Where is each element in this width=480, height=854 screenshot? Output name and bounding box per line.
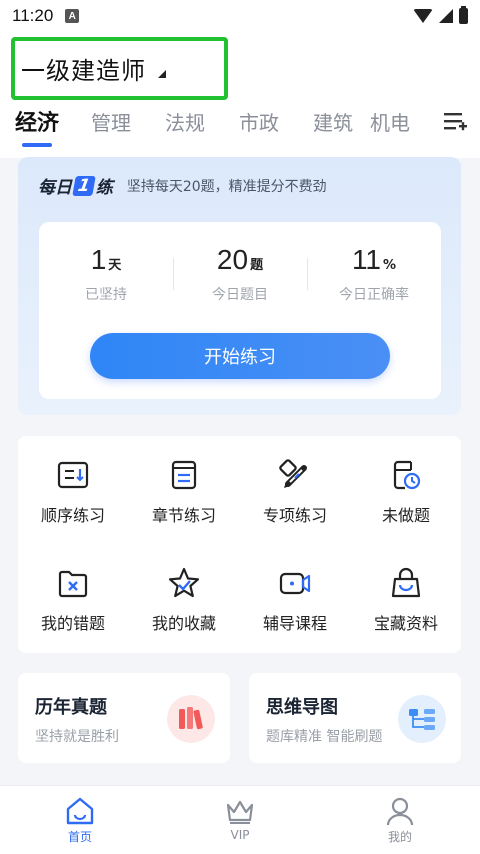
- notification-a-icon: A: [65, 9, 80, 23]
- past-exams-card[interactable]: 历年真题 坚持就是胜利: [18, 673, 230, 763]
- stat-questions-label: 今日题目: [212, 287, 268, 303]
- books-icon: [167, 695, 215, 743]
- stat-accuracy-label: 今日正确率: [339, 287, 409, 303]
- bag-icon: [391, 567, 421, 598]
- tab-municipal[interactable]: 市政: [222, 107, 296, 136]
- nav-home-label: 首页: [67, 830, 92, 844]
- home-icon: [66, 797, 94, 825]
- tabs-menu-icon[interactable]: [442, 108, 468, 134]
- daily-logo: 每日 1 练: [38, 173, 113, 198]
- grid-label: 未做题: [381, 506, 430, 525]
- mind-map-card[interactable]: 思维导图 题库精准 智能刷题: [249, 673, 461, 763]
- daily-logo-left: 每日: [38, 178, 72, 198]
- tab-management[interactable]: 管理: [74, 107, 148, 136]
- grid-label: 宝藏资料: [373, 614, 438, 633]
- grid-item-favorites[interactable]: 我的收藏: [129, 544, 239, 634]
- stat-questions-value: 20: [216, 244, 249, 275]
- nav-vip-label: VIP: [230, 828, 250, 842]
- grid-item-wrong-questions[interactable]: 我的错题: [18, 544, 128, 634]
- grid-label: 辅导课程: [262, 614, 327, 633]
- past-exams-sub: 坚持就是胜利: [35, 729, 119, 745]
- stat-accuracy: 11% 今日正确率: [307, 244, 441, 304]
- wrong-folder-icon: [58, 570, 88, 598]
- grid-label: 我的错题: [40, 614, 105, 633]
- stat-streak-unit: 天: [108, 258, 122, 273]
- mind-map-sub: 题库精准 智能刷题: [266, 729, 383, 745]
- exam-title: 一级建造师: [21, 57, 146, 85]
- grid-item-courses[interactable]: 辅导课程: [240, 544, 350, 634]
- start-practice-button[interactable]: 开始练习: [90, 333, 390, 379]
- chapter-icon: [171, 460, 197, 490]
- subject-tabs: 经济 管理 法规 市政 建筑 机电: [0, 96, 480, 147]
- person-icon: [386, 797, 414, 826]
- tab-mechanical[interactable]: 机电: [370, 107, 410, 136]
- status-icons: [413, 6, 468, 24]
- grid-item-special-practice[interactable]: 专项练习: [240, 436, 350, 526]
- past-exams-title: 历年真题: [35, 697, 107, 718]
- daily-header: 每日 1 练 坚持每天20题，精准提分不费劲: [38, 173, 327, 198]
- caret-down-icon: [158, 69, 166, 78]
- bottom-nav: 首页 VIP 我的: [0, 785, 480, 854]
- stat-streak: 1天 已坚持: [39, 244, 173, 304]
- mindmap-icon: [398, 695, 446, 743]
- stat-streak-value: 1: [90, 244, 107, 275]
- grid-item-treasure[interactable]: 宝藏资料: [351, 544, 461, 634]
- daily-tagline: 坚持每天20题，精准提分不费劲: [126, 178, 327, 195]
- tab-economy[interactable]: 经济: [0, 105, 74, 147]
- daily-logo-num: 1: [72, 175, 96, 196]
- feature-grid: 顺序练习 章节练习 专项练习 未做题 我的错题 我的收藏 辅导课程 宝藏资料: [18, 436, 461, 653]
- tabs-fade: [412, 96, 442, 146]
- nav-home[interactable]: 首页: [40, 796, 120, 845]
- grid-item-chapter-practice[interactable]: 章节练习: [129, 436, 239, 526]
- tab-law[interactable]: 法规: [148, 107, 222, 136]
- nav-mine[interactable]: 我的: [360, 796, 440, 845]
- crown-icon: [226, 800, 254, 824]
- star-icon: [168, 567, 200, 598]
- grid-label: 章节练习: [151, 506, 216, 525]
- header: 一级建造师 经济 管理 法规 市政 建筑 机电: [0, 32, 480, 158]
- mind-map-title: 思维导图: [266, 697, 338, 718]
- grid-label: 我的收藏: [151, 614, 216, 633]
- stats-card: 1天 已坚持 20 题 今日题目 11% 今日正确率 开始练习: [39, 222, 441, 399]
- tab-building[interactable]: 建筑: [296, 107, 370, 136]
- stat-today-questions: 20 题 今日题目: [173, 244, 307, 304]
- daily-logo-right: 练: [95, 178, 113, 198]
- exam-selector[interactable]: 一级建造师: [11, 37, 228, 100]
- special-pencil-icon: [279, 459, 307, 488]
- battery-icon: [459, 6, 468, 24]
- video-icon: [279, 572, 311, 595]
- wifi-icon: [413, 9, 433, 23]
- stat-questions-unit: 题: [250, 258, 264, 273]
- status-bar: 11:20 A: [0, 0, 480, 32]
- list-order-icon: [57, 461, 89, 489]
- signal-icon: [439, 9, 453, 23]
- grid-label: 顺序练习: [40, 506, 105, 525]
- stat-accuracy-value: 11: [351, 244, 382, 275]
- clock-doc-icon: [393, 460, 421, 490]
- grid-item-undone[interactable]: 未做题: [351, 436, 461, 526]
- status-time: 11:20: [12, 6, 54, 25]
- stat-accuracy-unit: %: [383, 258, 397, 273]
- stat-streak-label: 已坚持: [85, 287, 127, 303]
- nav-vip[interactable]: VIP: [200, 796, 280, 842]
- nav-mine-label: 我的: [387, 830, 412, 844]
- grid-label: 专项练习: [262, 506, 327, 525]
- daily-practice-card: 每日 1 练 坚持每天20题，精准提分不费劲 1天 已坚持 20 题 今日题目 1…: [18, 157, 461, 415]
- grid-item-order-practice[interactable]: 顺序练习: [18, 436, 128, 526]
